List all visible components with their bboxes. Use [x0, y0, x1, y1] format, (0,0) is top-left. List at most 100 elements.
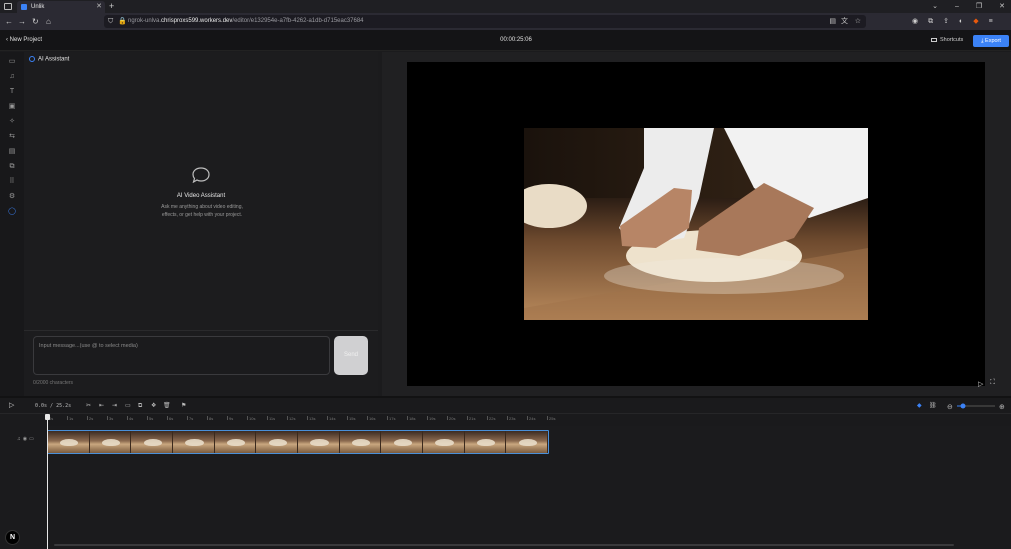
window-controls: ⌄ – ❐ ✕ [932, 0, 1005, 13]
clip-thumbnail [131, 431, 174, 453]
export-button[interactable]: ⤓ Export [973, 35, 1009, 47]
keyboard-icon [931, 37, 937, 42]
transition-icon[interactable]: ⇆ [7, 132, 17, 142]
effects-icon[interactable]: ✧ [7, 117, 17, 127]
forward-nav-icon[interactable]: → [18, 13, 26, 30]
menu-icon[interactable]: ≡ [989, 13, 993, 30]
translate-icon[interactable]: 文 [841, 15, 848, 28]
browser-sidebar-icon[interactable] [4, 3, 12, 10]
ruler-tick: 18s [406, 416, 416, 421]
ruler-tick: 8s [206, 416, 214, 421]
ruler-tick: 4s [126, 416, 134, 421]
settings-icon[interactable]: ⚙ [7, 192, 17, 202]
delete-icon[interactable]: 🗑 [163, 398, 171, 414]
message-input[interactable]: Input message...(use @ to select media) [33, 336, 330, 375]
reader-view-icon[interactable]: ▤ [829, 15, 836, 28]
ruler-tick: 20s [446, 416, 456, 421]
marker-icon[interactable]: ⚑ [181, 398, 186, 414]
clip-thumbnail [173, 431, 215, 453]
playhead-handle[interactable] [45, 414, 50, 420]
ruler-tick: 19s [426, 416, 436, 421]
layers-icon[interactable]: ⧉ [7, 162, 17, 172]
shortcuts-button[interactable]: Shortcuts [931, 30, 963, 51]
ai-chat-icon [29, 56, 35, 62]
home-icon[interactable]: ⌂ [46, 13, 51, 30]
url-bar[interactable]: ⛉ 🔒 ngrok-unlva.chrisproxs599.workers.de… [104, 15, 866, 28]
ruler-tick: 17s [386, 416, 396, 421]
fullscreen-icon[interactable]: ⛶ [990, 379, 995, 387]
browser-titlebar [0, 0, 1011, 13]
browser-toolbar-right: ◉ ⧉ ⇪ ◐ ◆ ≡ [912, 13, 993, 30]
ai-description: Ask me anything about video editing, eff… [161, 204, 243, 218]
svg-text:⊕: ⊕ [999, 403, 1005, 411]
freeze-icon[interactable]: ❖ [151, 398, 156, 414]
back-nav-icon[interactable]: ← [5, 13, 13, 30]
character-count: 0/2000 characters [33, 380, 74, 386]
bookmark-star-icon[interactable]: ☆ [855, 15, 861, 28]
timeline-time-display: 0.0s / 25.2s [35, 403, 72, 409]
trim-end-icon[interactable]: ⇥ [112, 398, 117, 414]
magnet-icon[interactable]: ◆ [917, 398, 922, 414]
url-prefix: ngrok-unlva. [128, 18, 162, 24]
tab-close-icon[interactable]: ✕ [96, 1, 102, 13]
ruler-tick: 15s [346, 416, 356, 421]
share-icon[interactable]: ⇪ [943, 13, 949, 30]
url-domain: chrisproxs599.workers.dev [161, 18, 233, 24]
timeline-scrollbar[interactable] [54, 544, 954, 546]
clip-thumbnail [89, 431, 132, 453]
play-preview-icon[interactable]: ▷ [978, 380, 983, 388]
clip-thumbnail [339, 431, 382, 453]
lock-icon[interactable]: 🔒 [118, 15, 127, 28]
ruler-tick: 25s [546, 416, 556, 421]
ai-panel-title-text: AI Assistant [38, 56, 70, 63]
ai-chat-icon[interactable]: ◯ [7, 207, 17, 217]
minimize-icon[interactable]: – [955, 0, 959, 13]
back-to-project-button[interactable]: ‹ New Project [6, 30, 42, 51]
ruler-tick: 12s [286, 416, 296, 421]
trim-start-icon[interactable]: ⇤ [99, 398, 104, 414]
ruler-tick: 10s [246, 416, 256, 421]
zoom-slider[interactable]: ⊖ ⊕ [947, 398, 1009, 414]
ruler-tick: 16s [366, 416, 376, 421]
video-clip[interactable] [47, 430, 549, 454]
clip-thumbnail [298, 431, 340, 453]
clip-thumbnail [506, 431, 548, 453]
grid-icon[interactable]: ⠿ [7, 177, 17, 187]
tab-list-icon[interactable]: ⌄ [932, 0, 938, 13]
split-icon[interactable]: ✂ [86, 398, 91, 414]
shortcuts-label: Shortcuts [940, 37, 964, 43]
ext-fox-icon[interactable]: ◆ [973, 13, 978, 30]
dev-badge[interactable]: N [5, 530, 20, 545]
caption-tool-icon[interactable]: ▭ [125, 398, 131, 414]
ruler-tick: 24s [526, 416, 536, 421]
ai-panel-title: AI Assistant [29, 56, 69, 63]
caption-icon[interactable]: ▤ [7, 147, 17, 157]
browser-tab[interactable]: Unlik ✕ [17, 1, 105, 13]
track-controls: ♫◉▭ [17, 436, 36, 442]
duplicate-icon[interactable]: ⧉ [138, 398, 142, 414]
playhead[interactable] [47, 414, 48, 549]
music-icon[interactable]: ♫ [7, 72, 17, 82]
text-icon[interactable]: T [7, 87, 17, 97]
reload-icon[interactable]: ↻ [32, 13, 39, 30]
ruler-tick: 13s [306, 416, 316, 421]
send-button[interactable]: Send [334, 336, 368, 375]
track-video-icon[interactable]: ▭ [29, 436, 36, 442]
link-icon[interactable]: ⛓ [929, 398, 937, 414]
tab-title: Unlik [31, 4, 45, 10]
ruler-tick: 7s [186, 416, 194, 421]
sticker-icon[interactable]: ▣ [7, 102, 17, 112]
close-window-icon[interactable]: ✕ [999, 0, 1005, 13]
toolbar-ext-icon[interactable]: ◐ [959, 13, 963, 30]
shield-icon[interactable]: ⛉ [108, 15, 113, 28]
timeline-play-icon[interactable]: ▷ [9, 398, 14, 414]
account-icon[interactable]: ◉ [912, 13, 918, 30]
ruler-tick: 2s [86, 416, 94, 421]
ruler-tick: 6s [166, 416, 174, 421]
new-tab-button[interactable]: + [109, 0, 114, 13]
video-icon[interactable]: ▭ [7, 57, 17, 67]
ruler-tick: 23s [506, 416, 516, 421]
timeline-ruler[interactable]: 0s 1s 2s 3s 4s 5s 6s 7s 8s 9s 10s 11s 12s 13s 14s 15s 16… [46, 414, 1011, 426]
extensions-icon[interactable]: ⧉ [928, 13, 933, 30]
maximize-icon[interactable]: ❐ [976, 0, 982, 13]
